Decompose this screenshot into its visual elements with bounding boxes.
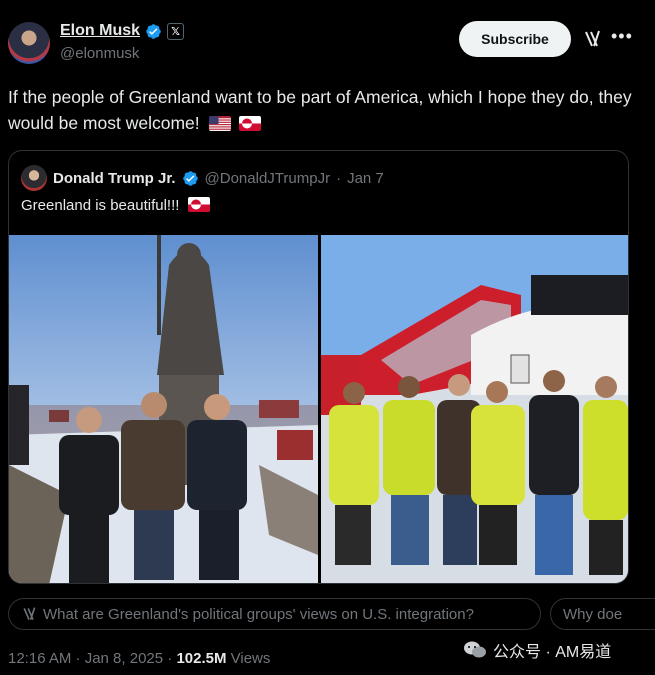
grok-icon[interactable]: [582, 29, 602, 49]
quoted-avatar[interactable]: [21, 165, 47, 191]
quoted-post[interactable]: Donald Trump Jr. @DonaldJTrumpJr · Jan 7…: [8, 150, 629, 584]
subscribe-button[interactable]: Subscribe: [459, 21, 571, 57]
watermark-text: 公众号 · AM易道: [493, 644, 612, 661]
avatar[interactable]: [8, 22, 50, 64]
view-count: 102.5M: [176, 650, 227, 667]
greenland-flag-icon: [187, 197, 210, 212]
grok-suggestion-text: What are Greenland's political groups' v…: [43, 605, 474, 623]
grok-icon: [23, 607, 36, 620]
author-handle[interactable]: @elonmusk: [60, 45, 139, 62]
post-body: If the people of Greenland want to be pa…: [8, 87, 632, 133]
quoted-post-body: Greenland is beautiful!!!: [21, 197, 180, 214]
us-flag-icon: [208, 116, 231, 131]
quoted-author-handle[interactable]: @DonaldJTrumpJr: [205, 170, 331, 187]
quoted-post-header: Donald Trump Jr. @DonaldJTrumpJr · Jan 7: [21, 165, 384, 191]
quoted-author-name[interactable]: Donald Trump Jr.: [53, 170, 176, 187]
grok-suggestions: What are Greenland's political groups' v…: [8, 598, 655, 630]
more-options-icon[interactable]: •••: [611, 26, 633, 47]
verified-badge-icon: [182, 170, 198, 186]
grok-suggestion-text: Why doe: [563, 605, 623, 623]
watermark: 公众号 · AM易道: [463, 638, 611, 662]
photo-statue-group[interactable]: [9, 235, 318, 584]
quoted-post-text: Greenland is beautiful!!!: [21, 197, 210, 214]
greenland-flag-icon: [239, 116, 262, 131]
photo-plane-crew[interactable]: [321, 235, 629, 584]
grok-suggestion-pill[interactable]: What are Greenland's political groups' v…: [8, 598, 541, 630]
author-name-row: Elon Musk 𝕏: [60, 22, 185, 40]
quoted-post-date[interactable]: Jan 7: [347, 170, 384, 187]
post-meta: 12:16 AM · Jan 8, 2025 · 102.5M Views: [8, 650, 270, 667]
meta-separator: ·: [336, 169, 342, 187]
post-header: Elon Musk 𝕏 @elonmusk Subscribe •••: [8, 20, 648, 66]
author-name[interactable]: Elon Musk: [60, 22, 140, 40]
wechat-icon: [464, 641, 486, 658]
views-label: Views: [226, 650, 271, 667]
verified-badge-icon: [146, 23, 161, 39]
grok-suggestion-pill[interactable]: Why doe: [550, 598, 655, 630]
x-affiliate-badge-icon: 𝕏: [167, 22, 185, 40]
post-timestamp[interactable]: 12:16 AM · Jan 8, 2025 ·: [8, 650, 176, 667]
post-text: If the people of Greenland want to be pa…: [8, 84, 638, 136]
